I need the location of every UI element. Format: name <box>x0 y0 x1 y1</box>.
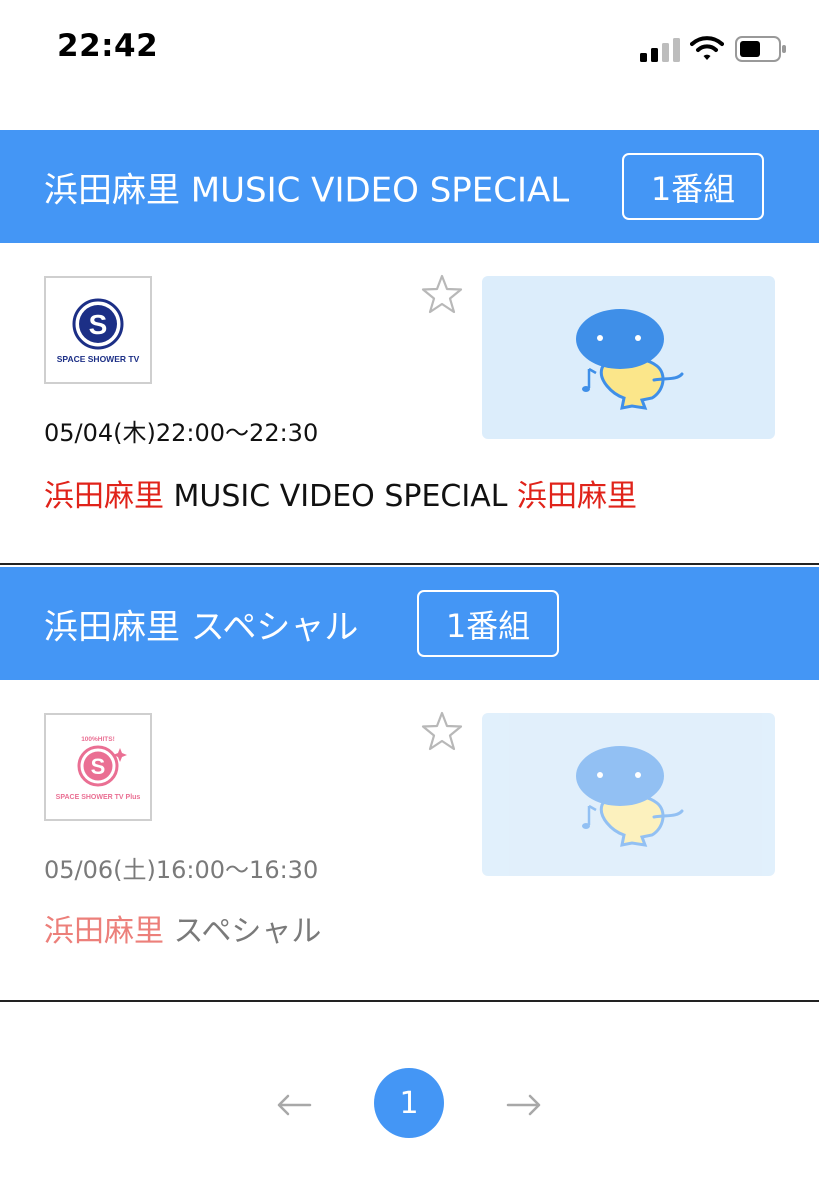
wifi-icon <box>690 36 724 60</box>
mascot-placeholder-icon <box>576 309 684 410</box>
section-header[interactable]: 浜田麻里 スペシャル 1番組 <box>0 567 819 680</box>
battery-icon <box>735 36 786 62</box>
channel-logo-top-text: 100%HITS! <box>81 736 115 743</box>
program-thumbnail[interactable] <box>482 276 775 439</box>
program-title-text: MUSIC VIDEO SPECIAL <box>164 479 517 514</box>
air-time: 05/04(木)22:00〜22:30 <box>44 419 319 447</box>
program-card[interactable]: S SPACE SHOWER TV 05/04(木)22:00〜22:30 浜田… <box>0 243 819 565</box>
program-title-text: スペシャル <box>164 914 322 949</box>
divider <box>0 1000 819 1002</box>
arrow-right-icon[interactable] <box>504 1090 544 1120</box>
section-header[interactable]: 浜田麻里 MUSIC VIDEO SPECIAL 1番組 <box>0 130 819 243</box>
program-count-badge: 1番組 <box>622 153 764 220</box>
mascot-placeholder-icon <box>576 746 684 847</box>
status-bar: 22:42 <box>0 0 819 100</box>
channel-logo: 100%HITS! S SPACE SHOWER TV Plus <box>44 713 152 821</box>
pagination: 1 <box>0 1068 819 1142</box>
svg-text:S: S <box>89 309 108 340</box>
favorite-star-icon[interactable] <box>420 710 464 754</box>
program-title[interactable]: 浜田麻里 スペシャル <box>44 906 321 950</box>
favorite-star-icon[interactable] <box>420 273 464 317</box>
air-time: 05/06(土)16:00〜16:30 <box>44 856 319 884</box>
space-shower-plus-logo-icon: 100%HITS! S SPACE SHOWER TV Plus <box>56 736 141 801</box>
divider <box>0 563 819 565</box>
program-title[interactable]: 浜田麻里 MUSIC VIDEO SPECIAL 浜田麻里 <box>44 471 637 515</box>
arrow-left-icon[interactable] <box>274 1090 314 1120</box>
section-title: 浜田麻里 MUSIC VIDEO SPECIAL <box>44 170 570 210</box>
program-title-highlight: 浜田麻里 <box>516 479 637 514</box>
program-title-highlight: 浜田麻里 <box>44 479 164 514</box>
program-thumbnail[interactable] <box>482 713 775 876</box>
section-title: 浜田麻里 スペシャル <box>44 607 359 647</box>
cellular-signal-icon <box>640 38 680 62</box>
channel-logo-text: SPACE SHOWER TV Plus <box>56 794 141 801</box>
status-time: 22:42 <box>57 28 159 64</box>
program-count-badge: 1番組 <box>417 590 559 657</box>
page-number-current[interactable]: 1 <box>374 1068 444 1138</box>
channel-logo: S SPACE SHOWER TV <box>44 276 152 384</box>
program-title-highlight: 浜田麻里 <box>44 914 164 949</box>
program-card[interactable]: 100%HITS! S SPACE SHOWER TV Plus 05/06(土… <box>0 680 819 1002</box>
channel-logo-text: SPACE SHOWER TV <box>57 354 140 364</box>
svg-text:S: S <box>91 754 106 779</box>
space-shower-logo-icon: S SPACE SHOWER TV <box>57 298 140 364</box>
